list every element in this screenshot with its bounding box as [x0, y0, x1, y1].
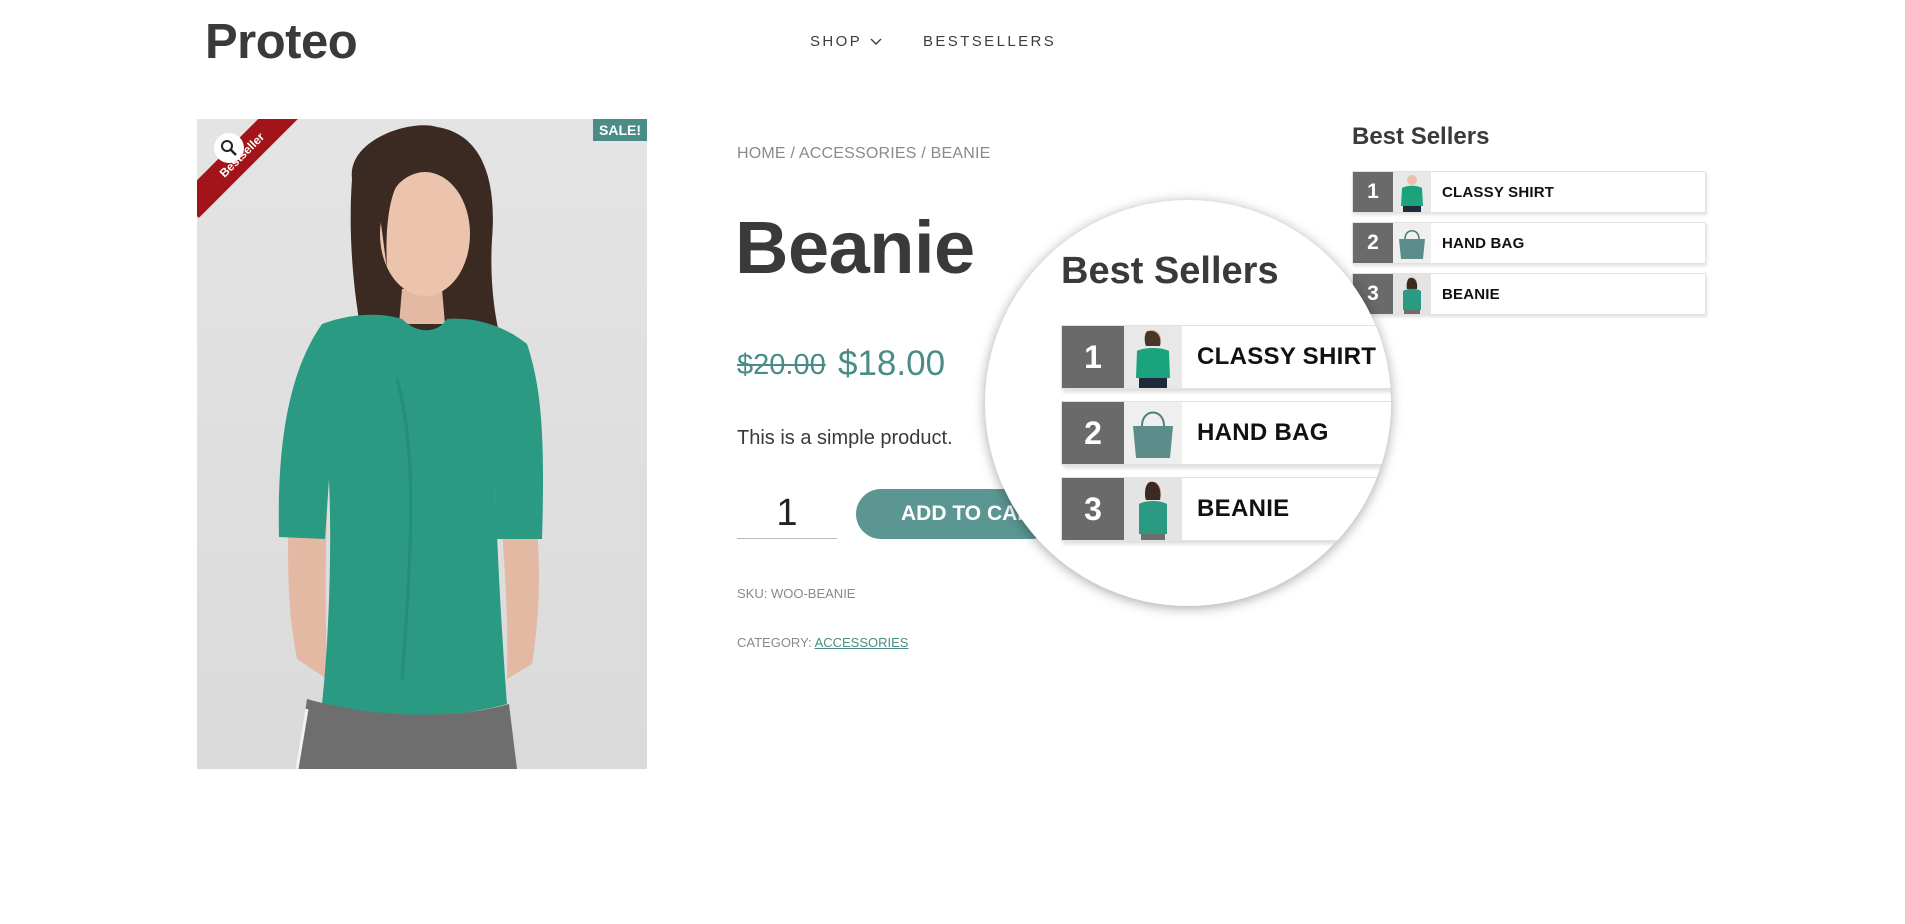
product-sku: SKU: WOO-BEANIE — [737, 586, 855, 601]
magnified-list-item: 3 BEANIE — [1061, 477, 1391, 541]
nav-item-shop[interactable]: SHOP — [810, 33, 882, 50]
zoom-magnifier: Best Sellers 1 CLASSY SHIRT 2 HAND BAG 3… — [985, 200, 1391, 606]
list-item-name: HAND BAG — [1197, 419, 1329, 446]
list-item-name: BEANIE — [1442, 285, 1500, 303]
product-title: Beanie — [735, 206, 975, 289]
list-item-name: CLASSY SHIRT — [1442, 183, 1555, 201]
magnified-bestsellers-list: 1 CLASSY SHIRT 2 HAND BAG 3 BEANIE — [1061, 325, 1391, 553]
price-regular: $20.00 — [737, 349, 826, 381]
list-item[interactable]: 2 HAND BAG — [1352, 222, 1706, 264]
list-item-name: BEANIE — [1197, 495, 1290, 522]
product-thumbnail — [1393, 223, 1431, 263]
category-link[interactable]: ACCESSORIES — [815, 635, 909, 650]
category-label: CATEGORY: — [737, 635, 812, 650]
magnified-widget-title: Best Sellers — [1061, 250, 1279, 292]
sale-badge: SALE! — [593, 119, 647, 141]
sku-value: WOO-BEANIE — [770, 586, 856, 601]
product-category: CATEGORY: ACCESSORIES — [737, 635, 908, 650]
image-zoom-button[interactable] — [214, 133, 244, 163]
rank-badge: 2 — [1062, 402, 1124, 464]
product-short-description: This is a simple product. — [737, 427, 953, 449]
product-thumbnail — [1393, 274, 1431, 314]
rank-badge: 1 — [1062, 326, 1124, 388]
site-logo[interactable]: Proteo — [205, 14, 358, 70]
rank-badge: 2 — [1353, 223, 1393, 263]
rank-badge: 3 — [1062, 478, 1124, 540]
rank-badge: 1 — [1353, 172, 1393, 212]
magnified-list-item: 1 CLASSY SHIRT — [1061, 325, 1391, 389]
quantity-input[interactable] — [737, 488, 837, 539]
list-item[interactable]: 3 BEANIE — [1352, 273, 1706, 315]
sku-label: SKU: — [737, 586, 768, 601]
breadcrumb[interactable]: HOME / ACCESSORIES / BEANIE — [737, 145, 990, 163]
magnified-list-item: 2 HAND BAG — [1061, 401, 1391, 465]
nav-item-bestsellers[interactable]: BESTSELLERS — [923, 33, 1056, 50]
chevron-down-icon — [870, 38, 882, 45]
list-item-name: CLASSY SHIRT — [1197, 343, 1377, 370]
product-thumbnail — [1124, 326, 1182, 388]
product-thumbnail — [1393, 172, 1431, 212]
product-photo — [278, 125, 544, 769]
widget-title: Best Sellers — [1352, 123, 1490, 150]
list-item-name: HAND BAG — [1442, 234, 1525, 252]
product-thumbnail — [1124, 402, 1182, 464]
nav-shop-label: SHOP — [810, 33, 863, 50]
magnifier-icon — [221, 140, 237, 156]
price-sale: $18.00 — [838, 344, 946, 383]
product-image[interactable]: Bestseller SALE! — [197, 119, 647, 769]
product-thumbnail — [1124, 478, 1182, 540]
list-item[interactable]: 1 CLASSY SHIRT — [1352, 171, 1706, 213]
bestsellers-list: 1 CLASSY SHIRT 2 HAND BAG 3 BEANIE — [1352, 171, 1706, 324]
